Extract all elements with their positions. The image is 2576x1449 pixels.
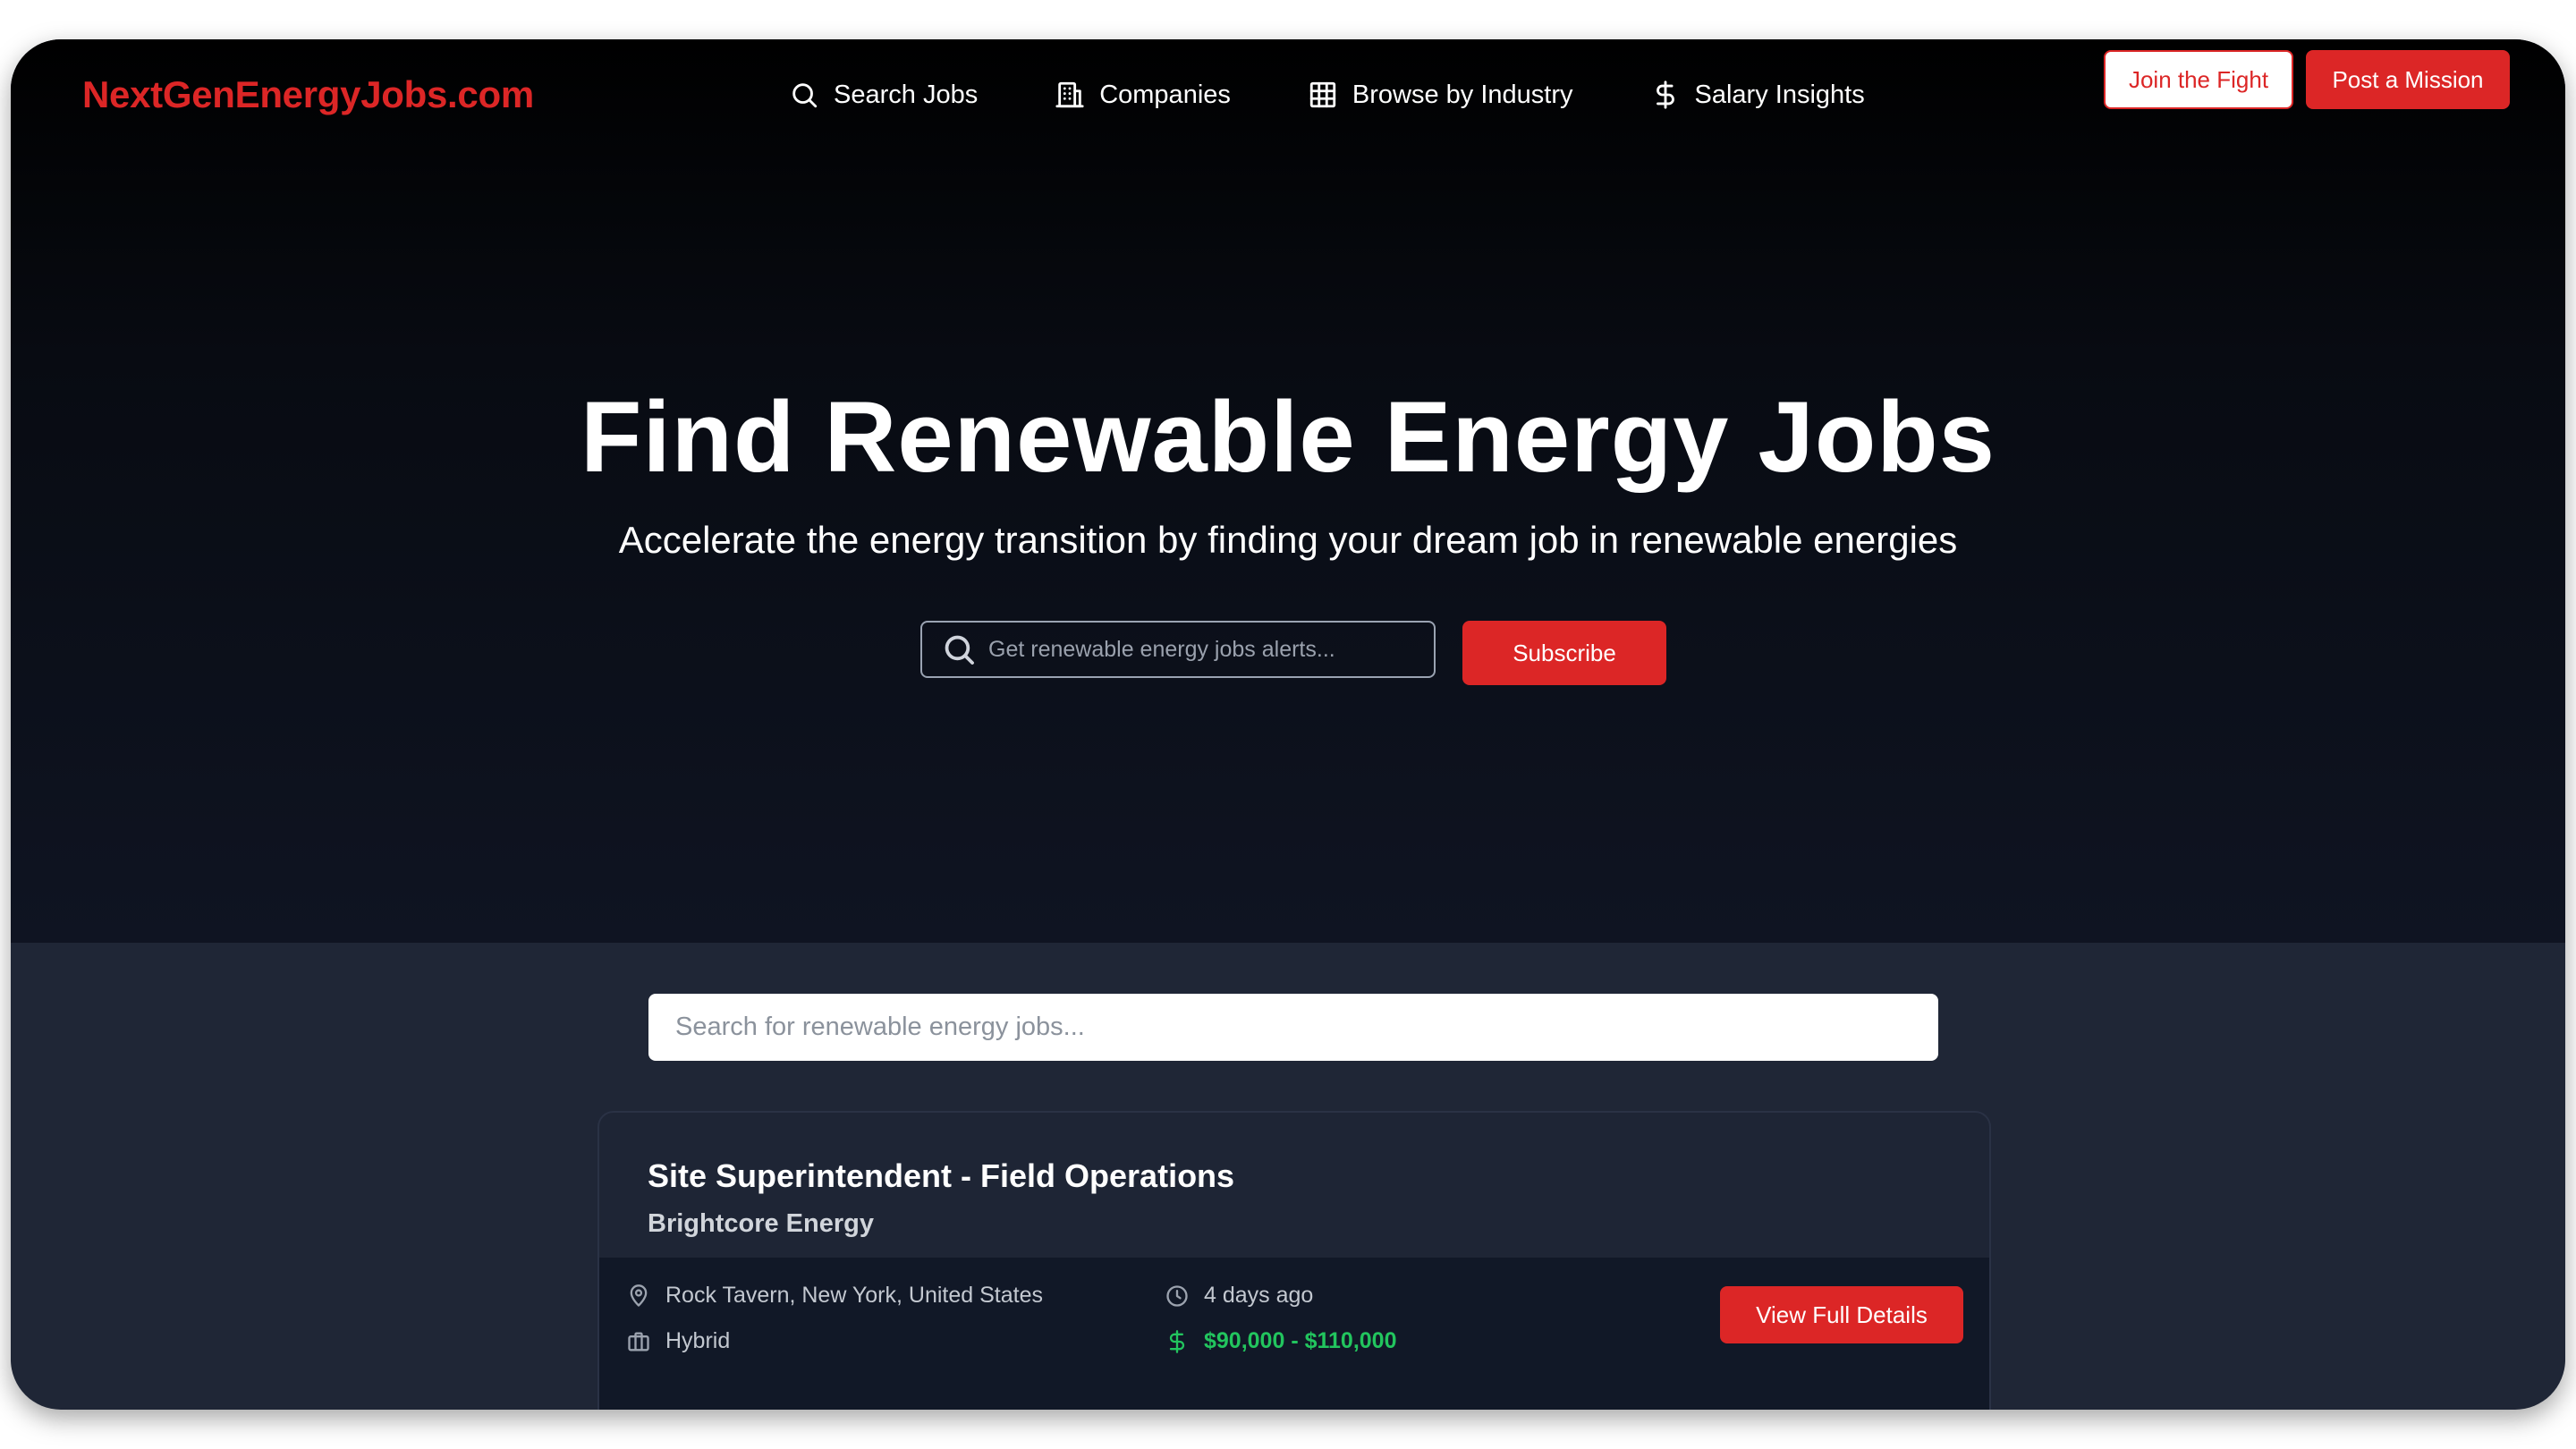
job-work-type: Hybrid (626, 1328, 730, 1354)
hero-section: NextGenEnergyJobs.com Search Jobs Compan… (11, 39, 2565, 943)
job-alert-field[interactable] (920, 621, 1436, 678)
nav-companies[interactable]: Companies (1055, 80, 1231, 110)
search-icon (945, 635, 974, 665)
nav-label: Search Jobs (834, 80, 979, 109)
search-icon (792, 83, 818, 108)
job-alert-input[interactable] (988, 636, 1400, 663)
hero-title: Find Renewable Energy Jobs (580, 381, 1996, 493)
grid-icon (1309, 81, 1336, 108)
briefcase-icon (628, 1332, 649, 1351)
nav-label: Companies (1099, 80, 1231, 109)
job-salary-text: $90,000 - $110,000 (1204, 1328, 1397, 1353)
building-icon (1055, 81, 1084, 108)
dollar-icon (1169, 1329, 1185, 1353)
map-pin-icon (630, 1284, 648, 1307)
nav-browse-industry[interactable]: Browse by Industry (1308, 80, 1573, 110)
view-full-details-button[interactable]: View Full Details (1720, 1286, 1963, 1343)
post-a-mission-button[interactable]: Post a Mission (2306, 50, 2510, 109)
main-nav: Search Jobs Companies Browse by Industry… (789, 55, 1865, 134)
job-posted-text: 4 days ago (1204, 1283, 1314, 1308)
nav-search-jobs[interactable]: Search Jobs (789, 80, 978, 110)
job-search-input[interactable] (648, 994, 1938, 1061)
job-posted: 4 days ago (1165, 1283, 1313, 1309)
nav-label: Salary Insights (1694, 80, 1865, 109)
site-logo[interactable]: NextGenEnergyJobs.com (82, 55, 534, 134)
job-card-footer: Rock Tavern, New York, United States Hyb… (599, 1258, 1989, 1410)
job-company: Brightcore Energy (648, 1209, 874, 1238)
nav-label: Browse by Industry (1352, 80, 1573, 109)
hero-subtitle: Accelerate the energy transition by find… (618, 519, 1958, 561)
nav-salary-insights[interactable]: Salary Insights (1650, 80, 1865, 110)
job-location: Rock Tavern, New York, United States (626, 1283, 1043, 1309)
job-card[interactable]: Site Superintendent - Field Operations B… (597, 1111, 1991, 1410)
job-title[interactable]: Site Superintendent - Field Operations (648, 1157, 1234, 1195)
browser-window: NextGenEnergyJobs.com Search Jobs Compan… (11, 39, 2565, 1410)
join-the-fight-button[interactable]: Join the Fight (2104, 50, 2293, 109)
clock-icon (1166, 1284, 1188, 1307)
dollar-icon (1656, 80, 1674, 109)
job-salary: $90,000 - $110,000 (1165, 1328, 1396, 1354)
subscribe-button[interactable]: Subscribe (1462, 621, 1666, 685)
job-work-type-text: Hybrid (665, 1328, 731, 1353)
job-location-text: Rock Tavern, New York, United States (665, 1283, 1043, 1308)
